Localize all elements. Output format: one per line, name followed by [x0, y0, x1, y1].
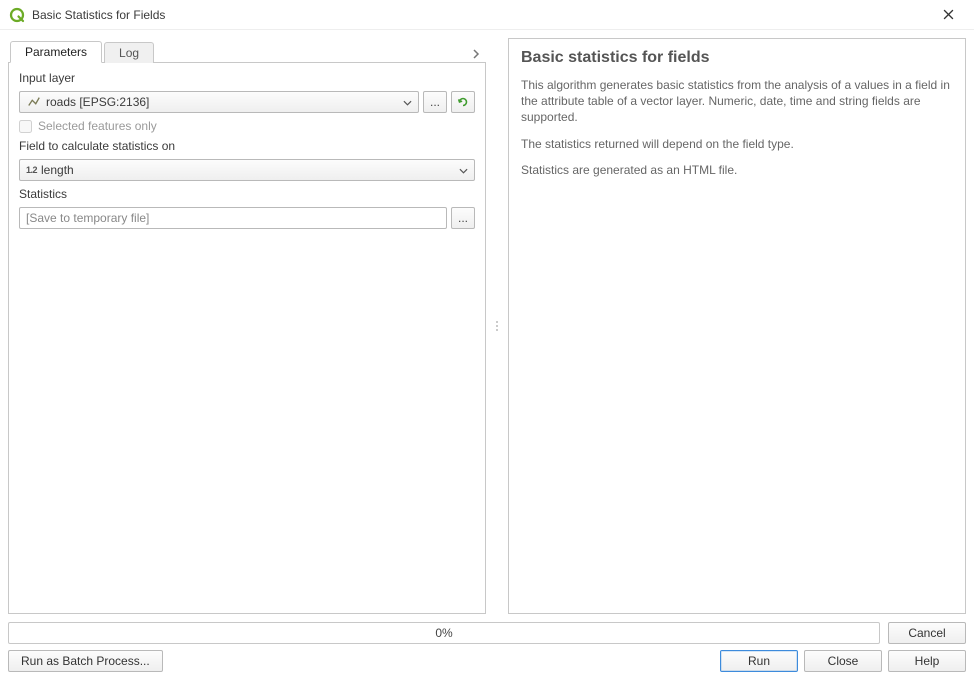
chevron-down-icon: [403, 95, 412, 109]
close-button[interactable]: Close: [804, 650, 882, 672]
statistics-label: Statistics: [19, 187, 475, 201]
content-area: Parameters Log Input layer roads [EPSG:2…: [0, 30, 974, 614]
progress-bar: 0%: [8, 622, 880, 644]
input-layer-combo[interactable]: roads [EPSG:2136]: [19, 91, 419, 113]
selected-features-only-checkbox: [19, 120, 32, 133]
chevron-down-icon: [459, 163, 468, 177]
help-panel: Basic statistics for fields This algorit…: [508, 38, 966, 614]
window-title: Basic Statistics for Fields: [32, 8, 165, 22]
run-button[interactable]: Run: [720, 650, 798, 672]
collapse-help-toggle-icon[interactable]: [468, 48, 484, 62]
qgis-app-icon: [8, 6, 26, 24]
input-layer-browse-button[interactable]: ...: [423, 91, 447, 113]
statistics-output-input[interactable]: [19, 207, 447, 229]
cancel-button[interactable]: Cancel: [888, 622, 966, 644]
statistics-output-browse-button[interactable]: ...: [451, 207, 475, 229]
window-close-button[interactable]: [930, 3, 966, 27]
field-combo[interactable]: 1.2 length: [19, 159, 475, 181]
field-label: Field to calculate statistics on: [19, 139, 475, 153]
progress-text: 0%: [435, 626, 452, 640]
numeric-field-icon: 1.2: [26, 165, 37, 175]
input-layer-label: Input layer: [19, 71, 475, 85]
parameters-panel: Input layer roads [EPSG:2136] ...: [8, 62, 486, 614]
input-layer-value: roads [EPSG:2136]: [46, 95, 149, 109]
help-paragraph: This algorithm generates basic statistic…: [521, 77, 953, 126]
selected-features-only-row: Selected features only: [19, 119, 475, 133]
splitter-handle[interactable]: [494, 38, 500, 614]
line-layer-icon: [26, 94, 42, 110]
help-paragraph: The statistics returned will depend on t…: [521, 136, 953, 152]
field-value: length: [41, 163, 74, 177]
run-batch-button[interactable]: Run as Batch Process...: [8, 650, 163, 672]
tab-parameters[interactable]: Parameters: [10, 41, 102, 63]
left-column: Parameters Log Input layer roads [EPSG:2…: [8, 38, 486, 614]
iterate-features-button[interactable]: [451, 91, 475, 113]
help-paragraph: Statistics are generated as an HTML file…: [521, 162, 953, 178]
selected-features-only-label: Selected features only: [38, 119, 157, 133]
help-title: Basic statistics for fields: [521, 49, 953, 67]
tab-log[interactable]: Log: [104, 42, 154, 63]
titlebar: Basic Statistics for Fields: [0, 0, 974, 30]
help-button[interactable]: Help: [888, 650, 966, 672]
footer: 0% Cancel Run as Batch Process... Run Cl…: [0, 614, 974, 680]
tab-bar: Parameters Log: [10, 38, 486, 62]
